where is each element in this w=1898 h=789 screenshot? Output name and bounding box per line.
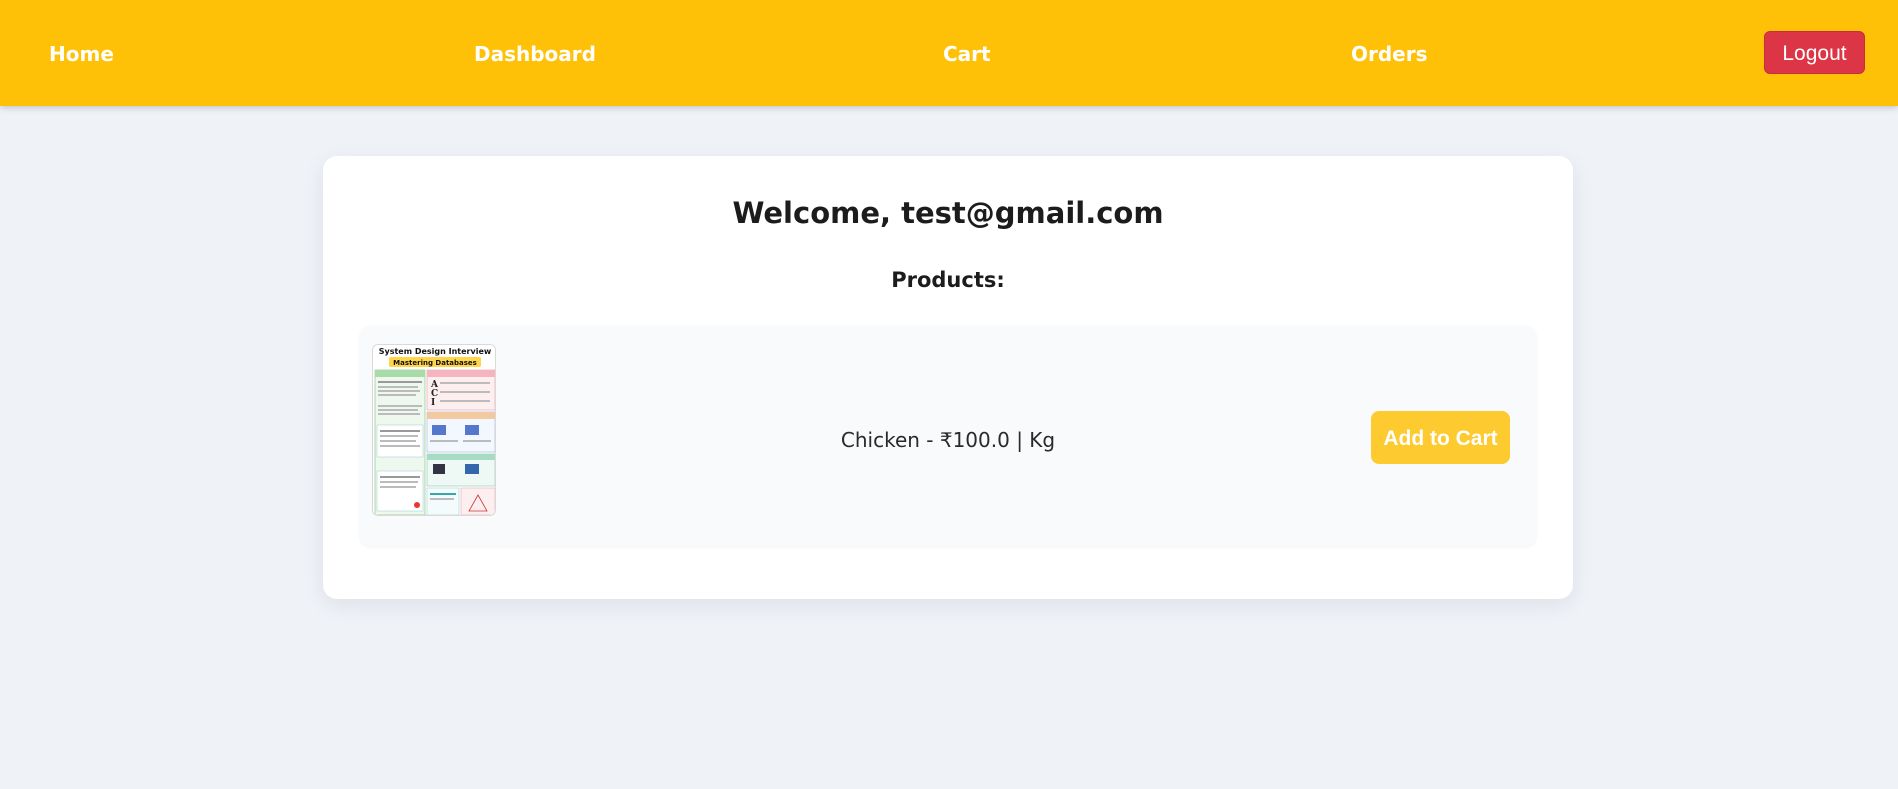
svg-text:I: I [431, 398, 435, 408]
add-to-cart-button[interactable]: Add to Cart [1371, 411, 1510, 464]
logout-button[interactable]: Logout [1764, 31, 1865, 74]
welcome-heading: Welcome, test@gmail.com [732, 196, 1164, 230]
top-navbar: Home Dashboard Cart Orders Logout [0, 0, 1898, 106]
nav-dashboard-link[interactable]: Dashboard [474, 40, 596, 68]
product-separator: - [919, 428, 940, 452]
product-price: ₹100.0 [939, 428, 1010, 452]
nav-home-link[interactable]: Home [49, 40, 114, 68]
product-name: Chicken [840, 428, 920, 452]
products-heading: Products: [891, 268, 1005, 292]
product-unit: Kg [1029, 428, 1056, 452]
nav-orders-link[interactable]: Orders [1351, 40, 1428, 68]
image-subtitle-text: Mastering Databases [393, 359, 477, 367]
nav-cart-link[interactable]: Cart [943, 40, 991, 68]
image-title-text: System Design Interview [379, 347, 492, 356]
product-separator: | [1009, 428, 1030, 452]
dashboard-card: Welcome, test@gmail.com Products: System… [323, 156, 1573, 599]
